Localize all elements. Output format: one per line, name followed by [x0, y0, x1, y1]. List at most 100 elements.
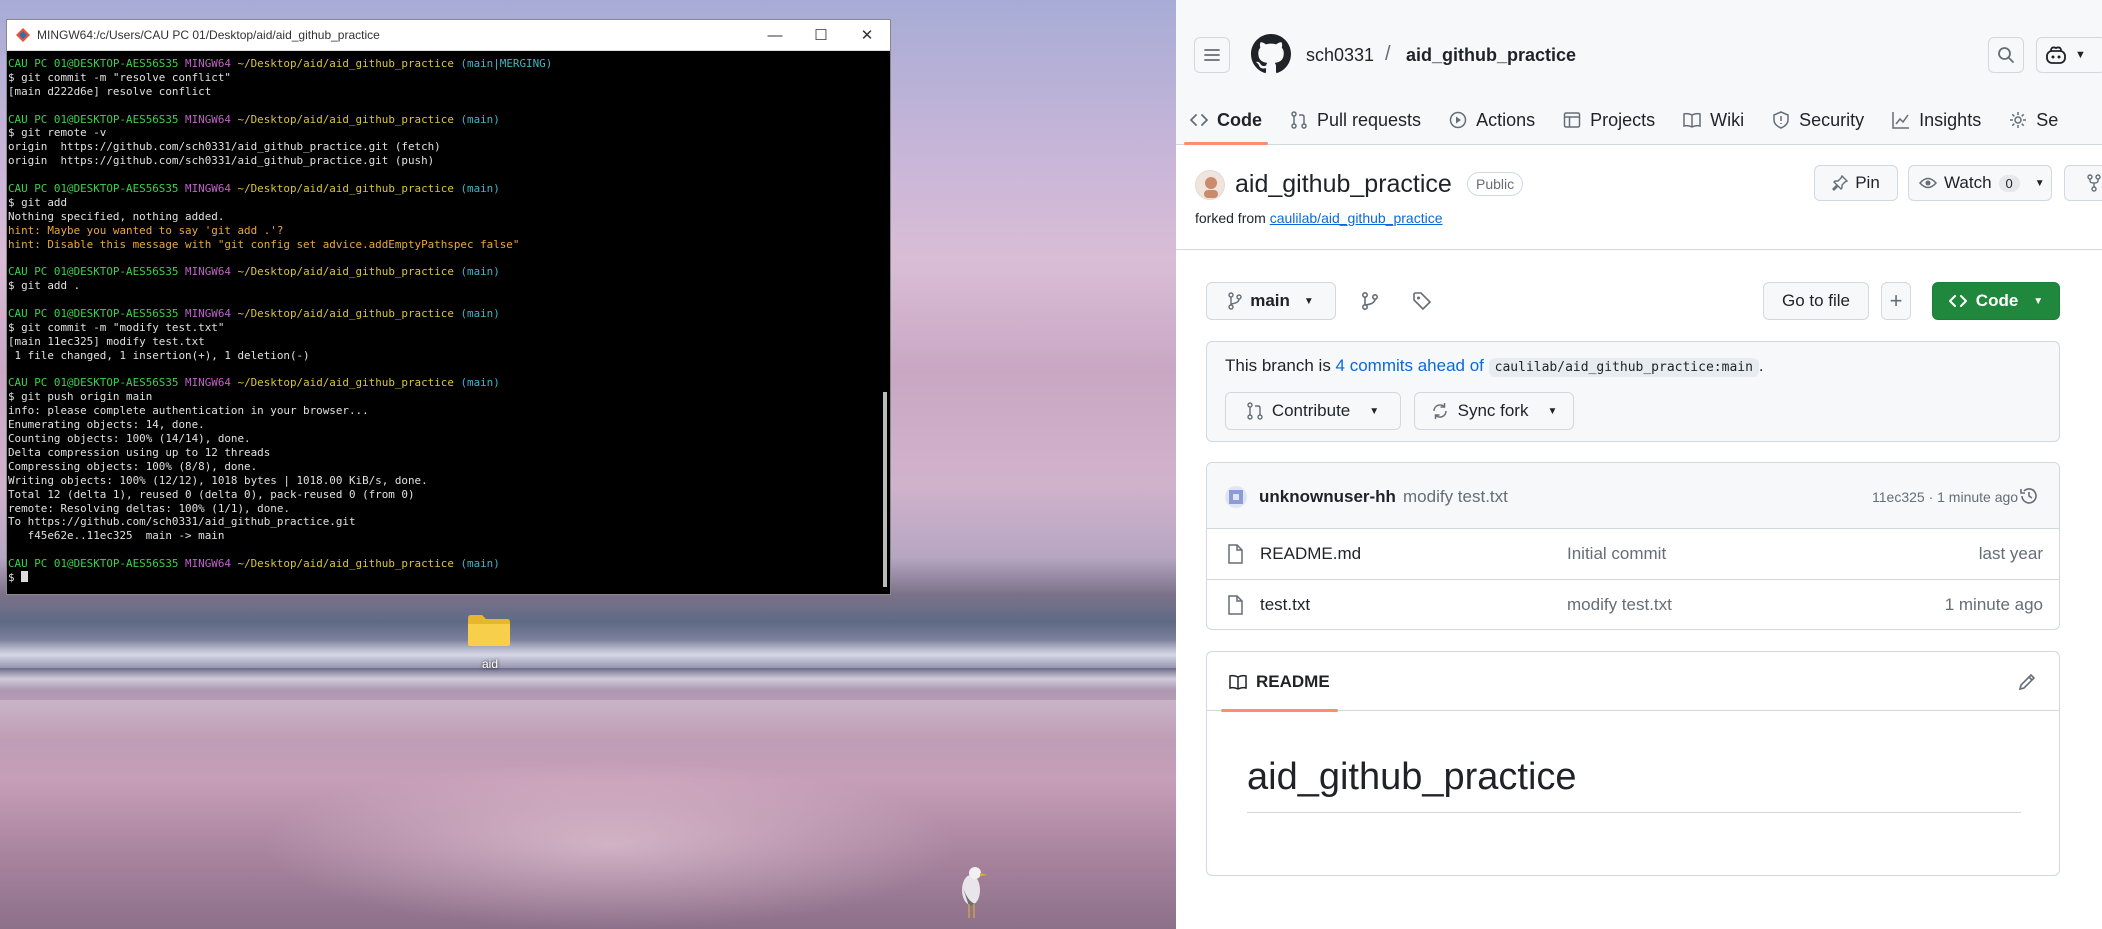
terminal-text: $ git add	[8, 195, 68, 209]
file-name[interactable]: README.md	[1260, 544, 1361, 564]
terminal-text: 1 file changed, 1 insertion(+), 1 deleti…	[8, 348, 310, 362]
terminal-scrollbar[interactable]	[883, 392, 887, 587]
pin-button[interactable]: Pin	[1814, 165, 1898, 201]
terminal-text: Writing objects: 100% (12/12), 1018 byte…	[8, 473, 428, 487]
branch-selector[interactable]: main ▼	[1206, 282, 1336, 320]
repo-name-link[interactable]: aid_github_practice	[1406, 45, 1576, 66]
readme-panel: README aid_github_practice	[1206, 651, 2060, 876]
tab-code[interactable]: Code	[1176, 95, 1276, 145]
tag-icon[interactable]	[1412, 291, 1432, 311]
maximize-button[interactable]: ☐	[798, 20, 844, 51]
terminal-line: remote: Resolving deltas: 100% (1/1), do…	[8, 502, 876, 516]
folder-label[interactable]: aid	[470, 657, 510, 671]
watch-label: Watch	[1944, 173, 1992, 192]
terminal-line: CAU PC 01@DESKTOP-AES56S35 MINGW64 ~/Des…	[8, 265, 876, 279]
terminal-text: ~/Desktop/aid/aid_github_practice	[237, 182, 461, 196]
terminal-titlebar[interactable]: MINGW64:/c/Users/CAU PC 01/Desktop/aid/a…	[7, 20, 890, 51]
github-logo-icon[interactable]	[1251, 34, 1291, 74]
pin-label: Pin	[1855, 173, 1880, 192]
add-file-button[interactable]: +	[1881, 282, 1911, 320]
terminal-text: f45e62e..11ec325 main -> main	[8, 529, 225, 543]
terminal-text: Delta compression using up to 12 threads	[8, 445, 271, 459]
terminal-text: MINGW64	[185, 376, 238, 390]
tab-insights[interactable]: Insights	[1878, 95, 1995, 145]
commit-author[interactable]: unknownuser-hh	[1259, 487, 1396, 507]
go-to-file-button[interactable]: Go to file	[1763, 282, 1869, 320]
terminal-line: hint: Maybe you wanted to say 'git add .…	[8, 224, 876, 238]
file-commit-message[interactable]: modify test.txt	[1567, 595, 1672, 615]
terminal-text: hint: Maybe you wanted to say 'git add .…	[8, 223, 284, 237]
tab-label: Actions	[1476, 109, 1536, 130]
terminal-line: info: please complete authentication in …	[8, 404, 876, 418]
fork-button[interactable]	[2064, 165, 2102, 201]
folder-icon[interactable]	[467, 613, 511, 647]
tab-se[interactable]: Se	[1995, 95, 2072, 145]
terminal-line: Delta compression using up to 12 threads	[8, 446, 876, 460]
search-button[interactable]	[1988, 37, 2024, 73]
terminal-text: MINGW64	[185, 57, 238, 70]
close-button[interactable]: ✕	[844, 20, 890, 51]
pencil-icon[interactable]	[2017, 672, 2037, 692]
sync-fork-button[interactable]: Sync fork ▼	[1414, 392, 1574, 430]
terminal-text: $ git commit -m "modify test.txt"	[8, 320, 225, 334]
terminal-text: Enumerating objects: 14, done.	[8, 418, 205, 432]
tab-label: Code	[1217, 109, 1262, 130]
wave-foam	[0, 700, 1176, 740]
readme-tab[interactable]: README	[1221, 652, 1338, 712]
branch-icon	[1228, 292, 1242, 310]
code-button[interactable]: Code ▼	[1932, 282, 2060, 320]
terminal-text: hint: Disable this message with "git con…	[8, 237, 520, 251]
file-name[interactable]: test.txt	[1260, 595, 1310, 615]
tab-actions[interactable]: Actions	[1435, 95, 1549, 145]
terminal-window[interactable]: MINGW64:/c/Users/CAU PC 01/Desktop/aid/a…	[6, 19, 891, 595]
branch-name: main	[1250, 291, 1290, 310]
terminal-line: CAU PC 01@DESKTOP-AES56S35 MINGW64 ~/Des…	[8, 307, 876, 321]
terminal-text: MINGW64	[185, 265, 238, 279]
commits-ahead-link[interactable]: 4 commits ahead of	[1336, 356, 1484, 375]
terminal-text: $	[8, 570, 22, 584]
tab-projects[interactable]: Projects	[1549, 95, 1669, 145]
readme-tab-label: README	[1256, 671, 1330, 691]
menu-button[interactable]	[1194, 37, 1230, 73]
code-button-label: Code	[1975, 291, 2019, 310]
ahead-suffix: .	[1758, 356, 1764, 375]
watch-button[interactable]: Watch 0 ▼	[1908, 165, 2052, 201]
commit-meta[interactable]: 11ec325 · 1 minute ago	[1872, 489, 2018, 505]
terminal-line: Writing objects: 100% (12/12), 1018 byte…	[8, 474, 876, 488]
github-repo-page: sch0331 / aid_github_practice ▼ Code Pull…	[1176, 0, 2102, 929]
tab-pull-requests[interactable]: Pull requests	[1276, 95, 1435, 145]
forked-source-link[interactable]: caulilab/aid_github_practice	[1270, 210, 1443, 226]
tab-security[interactable]: Security	[1758, 95, 1878, 145]
terminal-output[interactable]: CAU PC 01@DESKTOP-AES56S35 MINGW64 ~/Des…	[7, 51, 876, 594]
repo-title[interactable]: aid_github_practice	[1235, 170, 1452, 199]
history-icon[interactable]	[2019, 486, 2039, 506]
terminal-text: (main)	[460, 376, 500, 390]
commit-message[interactable]: modify test.txt	[1403, 487, 1508, 507]
file-row[interactable]: test.txt modify test.txt 1 minute ago	[1207, 580, 2059, 629]
contribute-button[interactable]: Contribute ▼	[1225, 392, 1401, 430]
terminal-text: $ git add .	[8, 279, 81, 293]
terminal-line: Counting objects: 100% (14/14), done.	[8, 432, 876, 446]
play-icon	[1449, 111, 1467, 129]
copilot-button[interactable]: ▼	[2036, 37, 2102, 73]
repo-owner-link[interactable]: sch0331	[1306, 45, 1374, 66]
commit-author-avatar[interactable]	[1225, 486, 1247, 508]
minimize-button[interactable]: —	[752, 20, 798, 51]
graph-icon	[1892, 111, 1910, 129]
tab-wiki[interactable]: Wiki	[1669, 95, 1758, 145]
terminal-text: To https://github.com/sch0331/aid_github…	[8, 515, 356, 529]
code-icon	[1948, 295, 1967, 307]
watch-count: 0	[1998, 174, 2020, 192]
readme-header: README	[1207, 652, 2059, 712]
file-row[interactable]: README.md Initial commit last year	[1207, 529, 2059, 580]
branches-icon[interactable]	[1360, 291, 1380, 311]
upstream-ref: caulilab/aid_github_practice:main	[1488, 358, 1759, 377]
tab-label: Insights	[1919, 109, 1982, 130]
terminal-text: info: please complete authentication in …	[8, 404, 369, 418]
terminal-text: $ git commit -m "resolve conflict"	[8, 70, 231, 84]
file-browser: unknownuser-hh modify test.txt 11ec325 ·…	[1206, 462, 2060, 630]
file-commit-message[interactable]: Initial commit	[1567, 544, 1666, 564]
owner-avatar	[1195, 170, 1225, 200]
terminal-text: CAU PC 01@DESKTOP-AES56S35	[8, 182, 186, 196]
